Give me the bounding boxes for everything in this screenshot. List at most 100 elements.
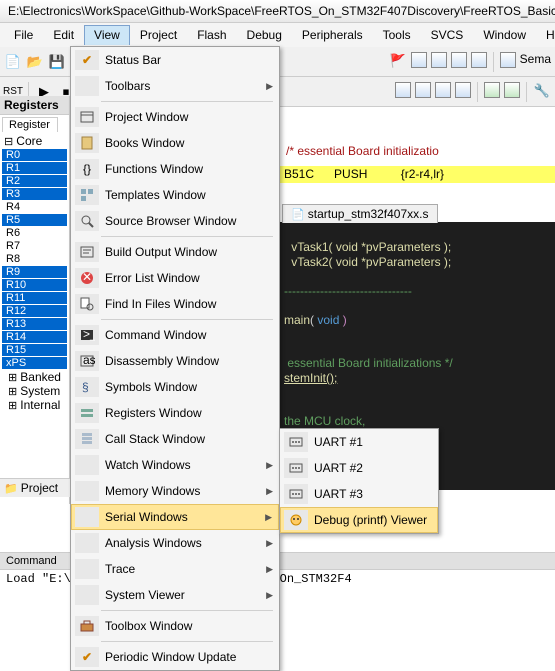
register-r7[interactable]: R7 xyxy=(2,240,67,252)
register-group-core[interactable]: ⊟ Core xyxy=(2,134,67,148)
menu-item-source-browser-window[interactable]: Source Browser Window xyxy=(71,208,279,234)
register-r5[interactable]: R5 xyxy=(2,214,67,226)
menu-item-call-stack-window[interactable]: Call Stack Window xyxy=(71,426,279,452)
register-group-internal[interactable]: ⊞ Internal xyxy=(2,398,67,412)
menu-item-find-in-files-window[interactable]: Find In Files Window xyxy=(71,291,279,317)
submenu-item-uart1[interactable]: UART #1 xyxy=(280,429,438,455)
flag-icon[interactable]: 🚩 xyxy=(389,52,407,70)
view-menu-dropdown: ✔Status Bar Toolbars▶ Project Window Boo… xyxy=(70,46,280,671)
books-icon xyxy=(79,135,95,151)
register-r3[interactable]: R3 xyxy=(2,188,67,200)
registers-title: Registers xyxy=(0,96,69,115)
menu-help[interactable]: Help xyxy=(536,25,555,45)
menu-item-system-viewer[interactable]: System Viewer▶ xyxy=(71,582,279,608)
register-r2[interactable]: R2 xyxy=(2,175,67,187)
menu-tools[interactable]: Tools xyxy=(373,25,421,45)
menu-debug[interactable]: Debug xyxy=(237,25,292,45)
registers-panel: Registers Register ⊟ Core R0 R1 R2 R3 R4… xyxy=(0,96,70,504)
source-browser-icon xyxy=(79,213,95,229)
submenu-item-uart2[interactable]: UART #2 xyxy=(280,455,438,481)
toolbar-sema-label[interactable]: Sema xyxy=(520,52,551,72)
menu-item-registers-window[interactable]: Registers Window xyxy=(71,400,279,426)
menu-item-error-list-window[interactable]: ✕Error List Window xyxy=(71,265,279,291)
new-file-icon[interactable]: 📄 xyxy=(4,53,22,71)
menu-edit[interactable]: Edit xyxy=(43,25,84,45)
menu-peripherals[interactable]: Peripherals xyxy=(292,25,373,45)
menu-flash[interactable]: Flash xyxy=(187,25,236,45)
menu-item-status-bar[interactable]: ✔Status Bar xyxy=(71,47,279,73)
project-tab[interactable]: 📁 Project xyxy=(0,478,70,497)
register-r12[interactable]: R12 xyxy=(2,305,67,317)
menu-item-templates-window[interactable]: Templates Window xyxy=(71,182,279,208)
window-layout-icon-4[interactable] xyxy=(471,52,487,68)
submenu-arrow-icon: ▶ xyxy=(266,590,273,601)
register-r11[interactable]: R11 xyxy=(2,292,67,304)
tools-icon[interactable]: 🔧 xyxy=(533,82,551,100)
debug-layout-icon-1[interactable] xyxy=(395,82,411,98)
menu-item-memory-windows[interactable]: Memory Windows▶ xyxy=(71,478,279,504)
register-xps[interactable]: xPS xyxy=(2,357,67,369)
toolbar-separator xyxy=(477,82,478,102)
menu-item-books-window[interactable]: Books Window xyxy=(71,130,279,156)
submenu-arrow-icon: ▶ xyxy=(266,538,273,549)
registers-tab[interactable]: Register xyxy=(2,117,58,132)
save-icon[interactable]: 💾 xyxy=(48,53,66,71)
menu-separator xyxy=(101,641,273,642)
menu-item-build-output-window[interactable]: Build Output Window xyxy=(71,239,279,265)
menu-item-toolbox-window[interactable]: Toolbox Window xyxy=(71,613,279,639)
register-r14[interactable]: R14 xyxy=(2,331,67,343)
menu-item-symbols-window[interactable]: §Symbols Window xyxy=(71,374,279,400)
menu-window[interactable]: Window xyxy=(473,25,536,45)
window-layout-icon-5[interactable] xyxy=(500,52,516,68)
project-icon xyxy=(79,109,95,125)
menu-svcs[interactable]: SVCS xyxy=(421,25,474,45)
register-r8[interactable]: R8 xyxy=(2,253,67,265)
code-comment-header: /* essential Board initializatio xyxy=(280,140,555,163)
registers-icon xyxy=(79,405,95,421)
register-r6[interactable]: R6 xyxy=(2,227,67,239)
find-in-files-icon xyxy=(79,296,95,312)
menu-item-analysis-windows[interactable]: Analysis Windows▶ xyxy=(71,530,279,556)
submenu-item-debug-printf-viewer[interactable]: Debug (printf) Viewer xyxy=(280,507,438,533)
menu-item-toolbars[interactable]: Toolbars▶ xyxy=(71,73,279,99)
register-group-system[interactable]: ⊞ System xyxy=(2,384,67,398)
register-r0[interactable]: R0 xyxy=(2,149,67,161)
code-line: main( void ) xyxy=(284,313,347,327)
menubar: File Edit View Project Flash Debug Perip… xyxy=(0,23,555,47)
open-file-icon[interactable]: 📂 xyxy=(26,53,44,71)
checkmark-icon: ✔ xyxy=(82,53,92,67)
window-layout-icon-1[interactable] xyxy=(411,52,427,68)
window-layout-icon-3[interactable] xyxy=(451,52,467,68)
register-r1[interactable]: R1 xyxy=(2,162,67,174)
menu-item-command-window[interactable]: >_Command Window xyxy=(71,322,279,348)
window-layout-icon-2[interactable] xyxy=(431,52,447,68)
register-r13[interactable]: R13 xyxy=(2,318,67,330)
svg-text:>_: >_ xyxy=(83,327,95,341)
menu-item-serial-windows[interactable]: Serial Windows▶ xyxy=(71,504,279,530)
debug-layout-icon-3[interactable] xyxy=(435,82,451,98)
command-icon: >_ xyxy=(79,327,95,343)
menu-view[interactable]: View xyxy=(84,25,130,45)
menu-project[interactable]: Project xyxy=(130,25,187,45)
register-r9[interactable]: R9 xyxy=(2,266,67,278)
debug-layout-icon-2[interactable] xyxy=(415,82,431,98)
menu-item-project-window[interactable]: Project Window xyxy=(71,104,279,130)
analysis-icon-1[interactable] xyxy=(484,82,500,98)
debug-layout-icon-4[interactable] xyxy=(455,82,471,98)
register-r15[interactable]: R15 xyxy=(2,344,67,356)
title-path: E:\Electronics\WorkSpace\Github-WorkSpac… xyxy=(8,4,555,18)
register-r4[interactable]: R4 xyxy=(2,201,67,213)
menu-item-disassembly-window[interactable]: asmDisassembly Window xyxy=(71,348,279,374)
editor-file-tab[interactable]: 📄 startup_stm32f407xx.s xyxy=(282,204,438,223)
code-line: vTask1( void *pvParameters ); xyxy=(291,240,451,254)
menu-item-trace[interactable]: Trace▶ xyxy=(71,556,279,582)
menu-item-watch-windows[interactable]: Watch Windows▶ xyxy=(71,452,279,478)
analysis-icon-2[interactable] xyxy=(504,82,520,98)
menu-item-functions-window[interactable]: {}Functions Window xyxy=(71,156,279,182)
register-group-banked[interactable]: ⊞ Banked xyxy=(2,370,67,384)
menu-file[interactable]: File xyxy=(4,25,43,45)
menu-item-periodic-window-update[interactable]: ✔Periodic Window Update xyxy=(71,644,279,670)
submenu-item-uart3[interactable]: UART #3 xyxy=(280,481,438,507)
register-r10[interactable]: R10 xyxy=(2,279,67,291)
serial-icon xyxy=(288,434,304,450)
